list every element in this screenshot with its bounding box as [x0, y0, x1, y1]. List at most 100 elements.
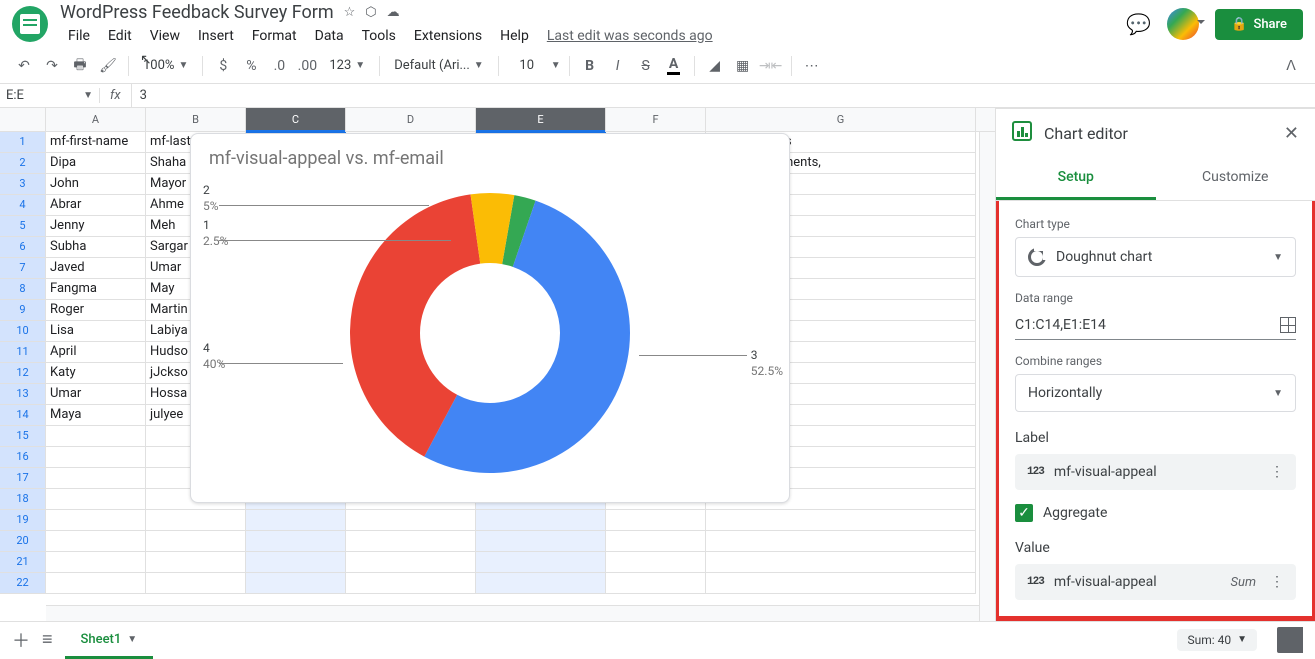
- formula-bar[interactable]: 3: [132, 88, 155, 103]
- menu-edit[interactable]: Edit: [100, 25, 140, 47]
- row-header[interactable]: 3: [0, 174, 46, 195]
- explore-button[interactable]: [1277, 627, 1303, 653]
- column-header-G[interactable]: G: [706, 108, 976, 131]
- grid-select-icon[interactable]: [1280, 317, 1296, 333]
- borders-button[interactable]: ▦: [731, 54, 755, 78]
- cell[interactable]: Abrar: [46, 195, 146, 216]
- cell[interactable]: Maya: [46, 405, 146, 426]
- merge-button[interactable]: ⇥⇤: [759, 54, 783, 78]
- select-all-corner[interactable]: [0, 108, 46, 131]
- redo-button[interactable]: ↷: [40, 54, 64, 78]
- row-header[interactable]: 1: [0, 132, 46, 153]
- cell[interactable]: [606, 510, 706, 531]
- cell[interactable]: [246, 552, 346, 573]
- vertical-scrollbar[interactable]: [979, 132, 995, 621]
- collapse-toolbar-button[interactable]: ᐱ: [1279, 54, 1303, 78]
- dec-decrease-button[interactable]: .0: [267, 54, 291, 78]
- bold-button[interactable]: B: [578, 54, 602, 78]
- row-header[interactable]: 13: [0, 384, 46, 405]
- cell[interactable]: [476, 510, 606, 531]
- zoom-combo[interactable]: 100%▼: [137, 56, 194, 75]
- label-chip[interactable]: 123 mf-visual-appeal ⋮: [1015, 454, 1296, 490]
- more-tools-button[interactable]: ⋯: [800, 54, 824, 78]
- cell[interactable]: [476, 573, 606, 594]
- cell[interactable]: [46, 489, 146, 510]
- cell[interactable]: [246, 573, 346, 594]
- row-header[interactable]: 14: [0, 405, 46, 426]
- more-formats-combo[interactable]: 123▼: [323, 56, 371, 75]
- cell[interactable]: [146, 531, 246, 552]
- quick-sum[interactable]: Sum: 40▼: [1177, 629, 1257, 651]
- value-chip[interactable]: 123 mf-visual-appeal Sum ⋮: [1015, 564, 1296, 600]
- column-header-F[interactable]: F: [606, 108, 706, 131]
- fontsize-combo[interactable]: 10: [507, 56, 547, 75]
- column-header-A[interactable]: A: [46, 108, 146, 131]
- cell[interactable]: [346, 510, 476, 531]
- chart-type-select[interactable]: Doughnut chart ▼: [1015, 237, 1296, 277]
- row-header[interactable]: 20: [0, 531, 46, 552]
- currency-button[interactable]: $: [211, 54, 235, 78]
- sheets-app-icon[interactable]: [12, 6, 48, 42]
- move-icon[interactable]: ⬡: [365, 5, 376, 20]
- menu-view[interactable]: View: [142, 25, 188, 47]
- row-header[interactable]: 7: [0, 258, 46, 279]
- doc-title[interactable]: WordPress Feedback Survey Form: [60, 2, 334, 23]
- row-header[interactable]: 17: [0, 468, 46, 489]
- cell[interactable]: [606, 552, 706, 573]
- row-header[interactable]: 9: [0, 300, 46, 321]
- all-sheets-button[interactable]: ≡: [42, 629, 53, 650]
- cell[interactable]: [346, 573, 476, 594]
- percent-button[interactable]: %: [239, 54, 263, 78]
- row-header[interactable]: 15: [0, 426, 46, 447]
- combine-ranges-select[interactable]: Horizontally ▼: [1015, 374, 1296, 412]
- close-sidebar-button[interactable]: ✕: [1284, 123, 1299, 144]
- row-header[interactable]: 12: [0, 363, 46, 384]
- italic-button[interactable]: I: [606, 54, 630, 78]
- column-header-D[interactable]: D: [346, 108, 476, 131]
- cell[interactable]: [706, 510, 976, 531]
- row-header[interactable]: 4: [0, 195, 46, 216]
- cell[interactable]: Umar: [46, 384, 146, 405]
- cell[interactable]: John: [46, 174, 146, 195]
- cell[interactable]: Fangma: [46, 279, 146, 300]
- row-header[interactable]: 22: [0, 573, 46, 594]
- cloud-status-icon[interactable]: ☁: [387, 5, 400, 20]
- cell[interactable]: [476, 531, 606, 552]
- cell[interactable]: [246, 510, 346, 531]
- cell[interactable]: Roger: [46, 300, 146, 321]
- aggregate-checkbox[interactable]: ✓ Aggregate: [1015, 504, 1296, 522]
- cell[interactable]: Katy: [46, 363, 146, 384]
- cell[interactable]: [476, 552, 606, 573]
- data-range-field[interactable]: C1:C14,E1:E14: [1015, 311, 1296, 340]
- add-sheet-button[interactable]: ＋: [12, 627, 30, 653]
- more-options-icon[interactable]: ⋮: [1270, 464, 1284, 480]
- print-button[interactable]: 🖶: [68, 54, 92, 78]
- cell[interactable]: [146, 573, 246, 594]
- cell[interactable]: mf-first-name: [46, 132, 146, 153]
- dec-increase-button[interactable]: .00: [295, 54, 319, 78]
- menu-insert[interactable]: Insert: [190, 25, 242, 47]
- more-options-icon[interactable]: ⋮: [1270, 574, 1284, 590]
- cell[interactable]: [706, 573, 976, 594]
- cell[interactable]: Lisa: [46, 321, 146, 342]
- cell[interactable]: [706, 552, 976, 573]
- font-combo[interactable]: Default (Ari...▼: [388, 56, 490, 75]
- cell[interactable]: [46, 468, 146, 489]
- menu-help[interactable]: Help: [492, 25, 537, 47]
- meet-icon[interactable]: [1167, 8, 1199, 40]
- chart-object[interactable]: mf-visual-appeal vs. mf-email 352.5% 440…: [190, 133, 790, 503]
- text-color-button[interactable]: A: [662, 54, 686, 78]
- row-header[interactable]: 5: [0, 216, 46, 237]
- cell[interactable]: [146, 510, 246, 531]
- column-header-B[interactable]: B: [146, 108, 246, 131]
- tab-setup[interactable]: Setup: [996, 157, 1156, 200]
- tab-customize[interactable]: Customize: [1156, 157, 1315, 200]
- strike-button[interactable]: S: [634, 54, 658, 78]
- cell[interactable]: Javed: [46, 258, 146, 279]
- sheet-tab[interactable]: Sheet1▼: [65, 626, 154, 653]
- menu-extensions[interactable]: Extensions: [406, 25, 490, 47]
- cell[interactable]: [606, 573, 706, 594]
- cell[interactable]: [346, 552, 476, 573]
- row-header[interactable]: 11: [0, 342, 46, 363]
- horizontal-scrollbar[interactable]: [46, 605, 979, 621]
